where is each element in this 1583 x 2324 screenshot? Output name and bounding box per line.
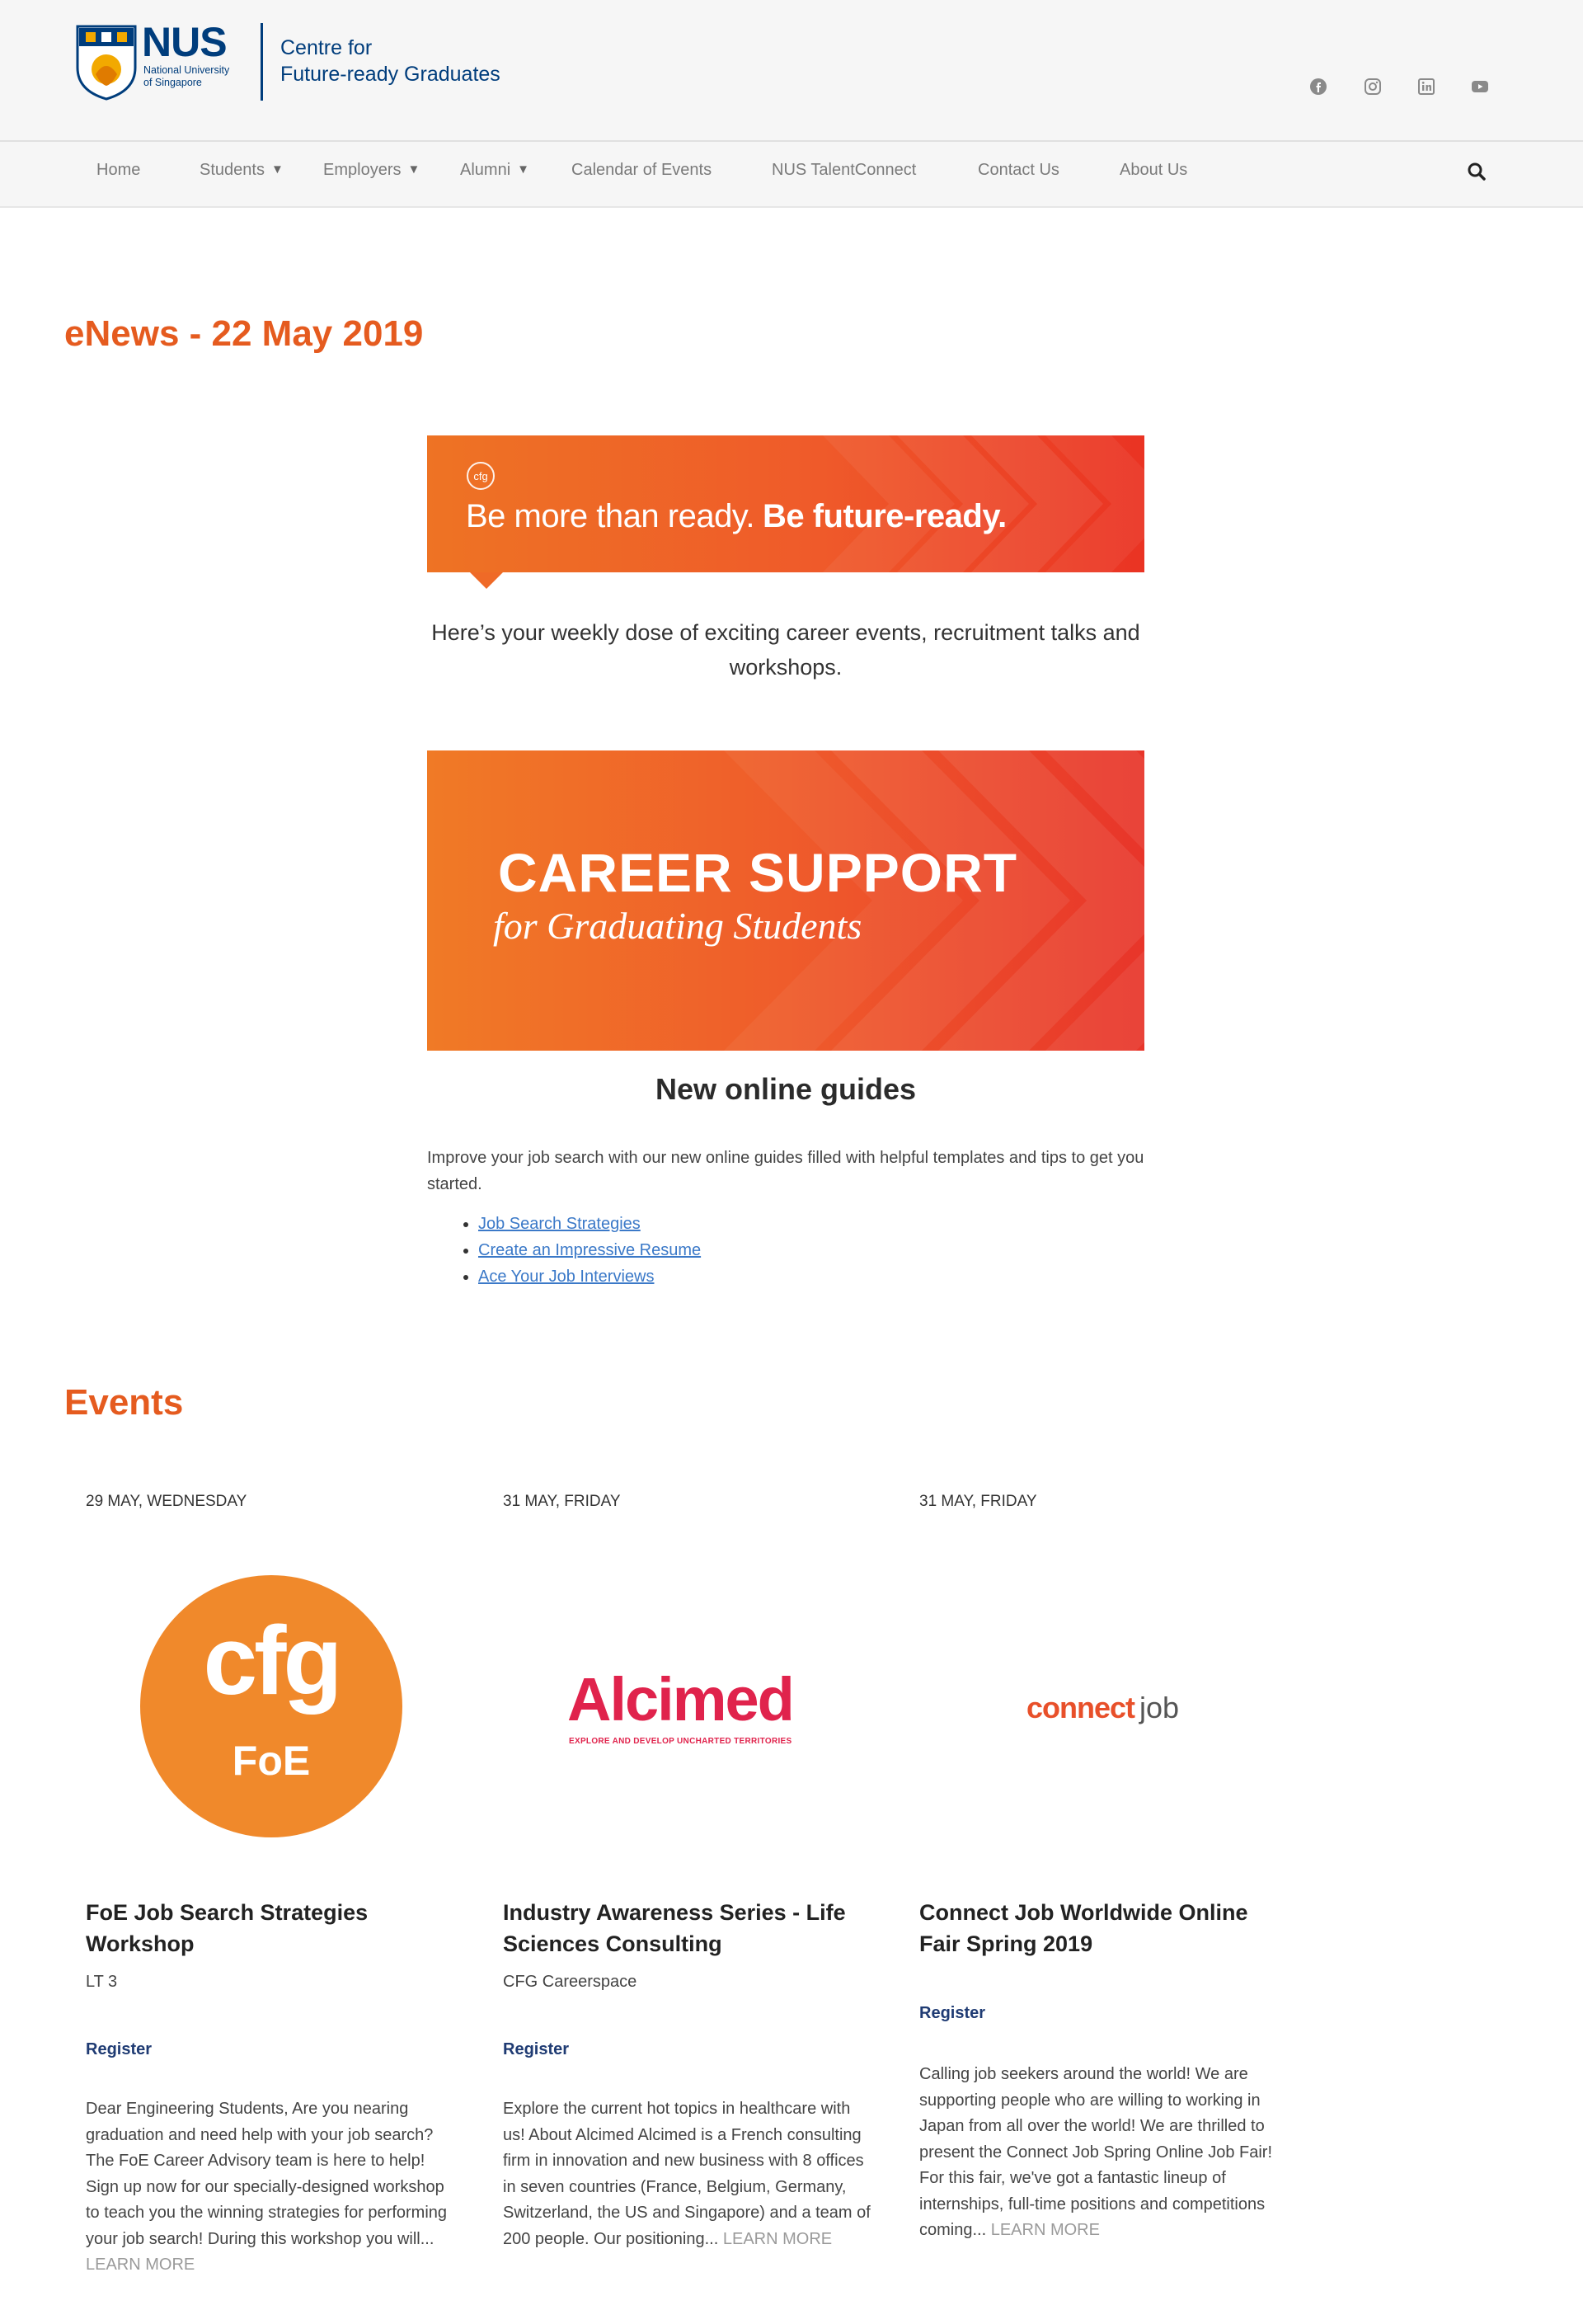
- nus-wordmark[interactable]: NUS: [142, 18, 228, 66]
- cfg-badge-logo: cfg: [467, 462, 495, 490]
- nav-label: Employers: [323, 161, 402, 179]
- guides-heading: New online guides: [655, 1072, 917, 1106]
- nav-item-nus-talentconnect[interactable]: NUS TalentConnect: [772, 161, 916, 180]
- nav-item-about-us[interactable]: About Us: [1120, 161, 1187, 180]
- site-header: NUS National University of Singapore Cen…: [0, 0, 1583, 140]
- nav-label: Alumni: [460, 161, 511, 179]
- event-card: 29 MAY, WEDNESDAY cfg FoE FoE Job Search…: [86, 1493, 461, 2274]
- dropdown-caret-icon: ▼: [270, 162, 284, 176]
- future-ready-banner: cfg Be more than ready. Be future-ready.: [427, 435, 1144, 589]
- youtube-icon[interactable]: [1469, 76, 1491, 97]
- event-title[interactable]: Connect Job Worldwide Online Fair Spring…: [919, 1897, 1294, 1959]
- logo-divider: [261, 23, 263, 101]
- event-image[interactable]: connect job: [919, 1575, 1294, 1823]
- nav-label: NUS TalentConnect: [772, 161, 917, 179]
- list-item: Ace Your Job Interviews: [478, 1263, 701, 1290]
- nav-item-alumni[interactable]: Alumni ▼: [460, 161, 529, 180]
- event-location: CFG Careerspace: [503, 1973, 637, 1991]
- job-logo-word: job: [1139, 1691, 1180, 1724]
- nav-item-contact-us[interactable]: Contact Us: [978, 161, 1059, 180]
- event-location: LT 3: [86, 1973, 118, 1991]
- connect-logo-word: connect: [1026, 1691, 1135, 1724]
- nav-item-students[interactable]: Students ▼: [200, 161, 284, 180]
- learn-more-link[interactable]: LEARN MORE: [991, 2221, 1100, 2239]
- learn-more-link[interactable]: LEARN MORE: [86, 2256, 195, 2274]
- nus-subtitle-line-1: National University: [143, 64, 230, 76]
- nav-item-employers[interactable]: Employers ▼: [323, 161, 420, 180]
- guides-description: Improve your job search with our new onl…: [427, 1149, 1144, 1193]
- event-description-text: Explore the current hot topics in health…: [503, 2100, 871, 2248]
- nus-subtitle: National University of Singapore: [143, 64, 229, 89]
- event-description-text: Dear Engineering Students, Are you neari…: [86, 2100, 448, 2248]
- tagline-bold: Be future-ready.: [762, 498, 1007, 534]
- banner-pointer: [470, 572, 503, 589]
- event-date: 29 MAY, WEDNESDAY: [86, 1493, 247, 1510]
- centre-name-line-1: Centre for: [280, 36, 373, 59]
- nav-label: Contact Us: [978, 161, 1059, 179]
- event-image[interactable]: Alcimed EXPLORE AND DEVELOP UNCHARTED TE…: [503, 1575, 878, 1823]
- register-link[interactable]: Register: [919, 2004, 985, 2023]
- centre-name[interactable]: Centre for Future-ready Graduates: [280, 35, 500, 87]
- list-item: Job Search Strategies: [478, 1211, 701, 1237]
- impressive-resume-link[interactable]: Create an Impressive Resume: [478, 1241, 701, 1259]
- alcimed-tagline: EXPLORE AND DEVELOP UNCHARTED TERRITORIE…: [569, 1737, 792, 1746]
- event-description: Dear Engineering Students, Are you neari…: [86, 2096, 457, 2279]
- banner-tagline: Be more than ready. Be future-ready.: [466, 498, 1007, 535]
- cfg-logo-text: cfg: [203, 1607, 343, 1715]
- nav-label: Calendar of Events: [571, 161, 712, 179]
- nus-crest-logo[interactable]: [76, 25, 137, 101]
- dropdown-caret-icon: ▼: [517, 162, 529, 176]
- event-image[interactable]: cfg FoE: [86, 1575, 461, 1837]
- learn-more-link[interactable]: LEARN MORE: [723, 2230, 832, 2248]
- dropdown-caret-icon: ▼: [407, 162, 420, 176]
- register-link[interactable]: Register: [503, 2040, 569, 2059]
- tagline-regular: Be more than ready.: [466, 498, 754, 534]
- nav-label: Home: [96, 161, 141, 179]
- event-description-text: Calling job seekers around the world! We…: [919, 2065, 1273, 2239]
- nav-label: Students: [200, 161, 265, 179]
- job-interviews-link[interactable]: Ace Your Job Interviews: [478, 1268, 654, 1286]
- intro-text: Here’s your weekly dose of exciting care…: [431, 620, 1140, 680]
- nav-item-calendar-of-events[interactable]: Calendar of Events: [571, 161, 712, 180]
- facebook-icon[interactable]: [1308, 76, 1329, 97]
- instagram-icon[interactable]: [1362, 76, 1383, 97]
- career-support-title: CAREER SUPPORT: [498, 842, 1018, 903]
- nav-label: About Us: [1120, 161, 1188, 179]
- foe-logo-text: FoE: [232, 1738, 311, 1784]
- event-description: Calling job seekers around the world! We…: [919, 2062, 1290, 2244]
- career-support-banner[interactable]: CAREER SUPPORT for Graduating Students: [427, 750, 1144, 1051]
- job-search-strategies-link[interactable]: Job Search Strategies: [478, 1215, 641, 1233]
- centre-name-line-2: Future-ready Graduates: [280, 63, 500, 86]
- linkedin-icon[interactable]: [1416, 76, 1437, 97]
- career-support-subtitle: for Graduating Students: [493, 905, 862, 947]
- guides-link-list: Job Search Strategies Create an Impressi…: [462, 1211, 701, 1290]
- event-title[interactable]: FoE Job Search Strategies Workshop: [86, 1897, 461, 1959]
- event-card: 31 MAY, FRIDAY connect job Connect Job Wo…: [919, 1493, 1294, 2239]
- event-date: 31 MAY, FRIDAY: [919, 1493, 1037, 1510]
- register-link[interactable]: Register: [86, 2040, 152, 2059]
- nav-item-home[interactable]: Home: [96, 161, 140, 180]
- event-description: Explore the current hot topics in health…: [503, 2096, 874, 2252]
- alcimed-logo: Alcimed: [567, 1665, 795, 1734]
- connect-job-logo: connect job: [1026, 1691, 1179, 1725]
- list-item: Create an Impressive Resume: [478, 1237, 701, 1263]
- event-card: 31 MAY, FRIDAY Alcimed EXPLORE AND DEVEL…: [503, 1493, 878, 2248]
- cfg-foe-logo: cfg FoE: [140, 1575, 402, 1837]
- event-title[interactable]: Industry Awareness Series - Life Science…: [503, 1897, 878, 1959]
- search-icon[interactable]: [1463, 158, 1491, 186]
- main-navigation: Home Students ▼ Employers ▼ Alumni ▼ Calend…: [0, 140, 1583, 208]
- events-heading: Events: [64, 1382, 184, 1423]
- event-date: 31 MAY, FRIDAY: [503, 1493, 621, 1510]
- page-title: eNews - 22 May 2019: [64, 313, 424, 354]
- nus-subtitle-line-2: of Singapore: [143, 77, 202, 88]
